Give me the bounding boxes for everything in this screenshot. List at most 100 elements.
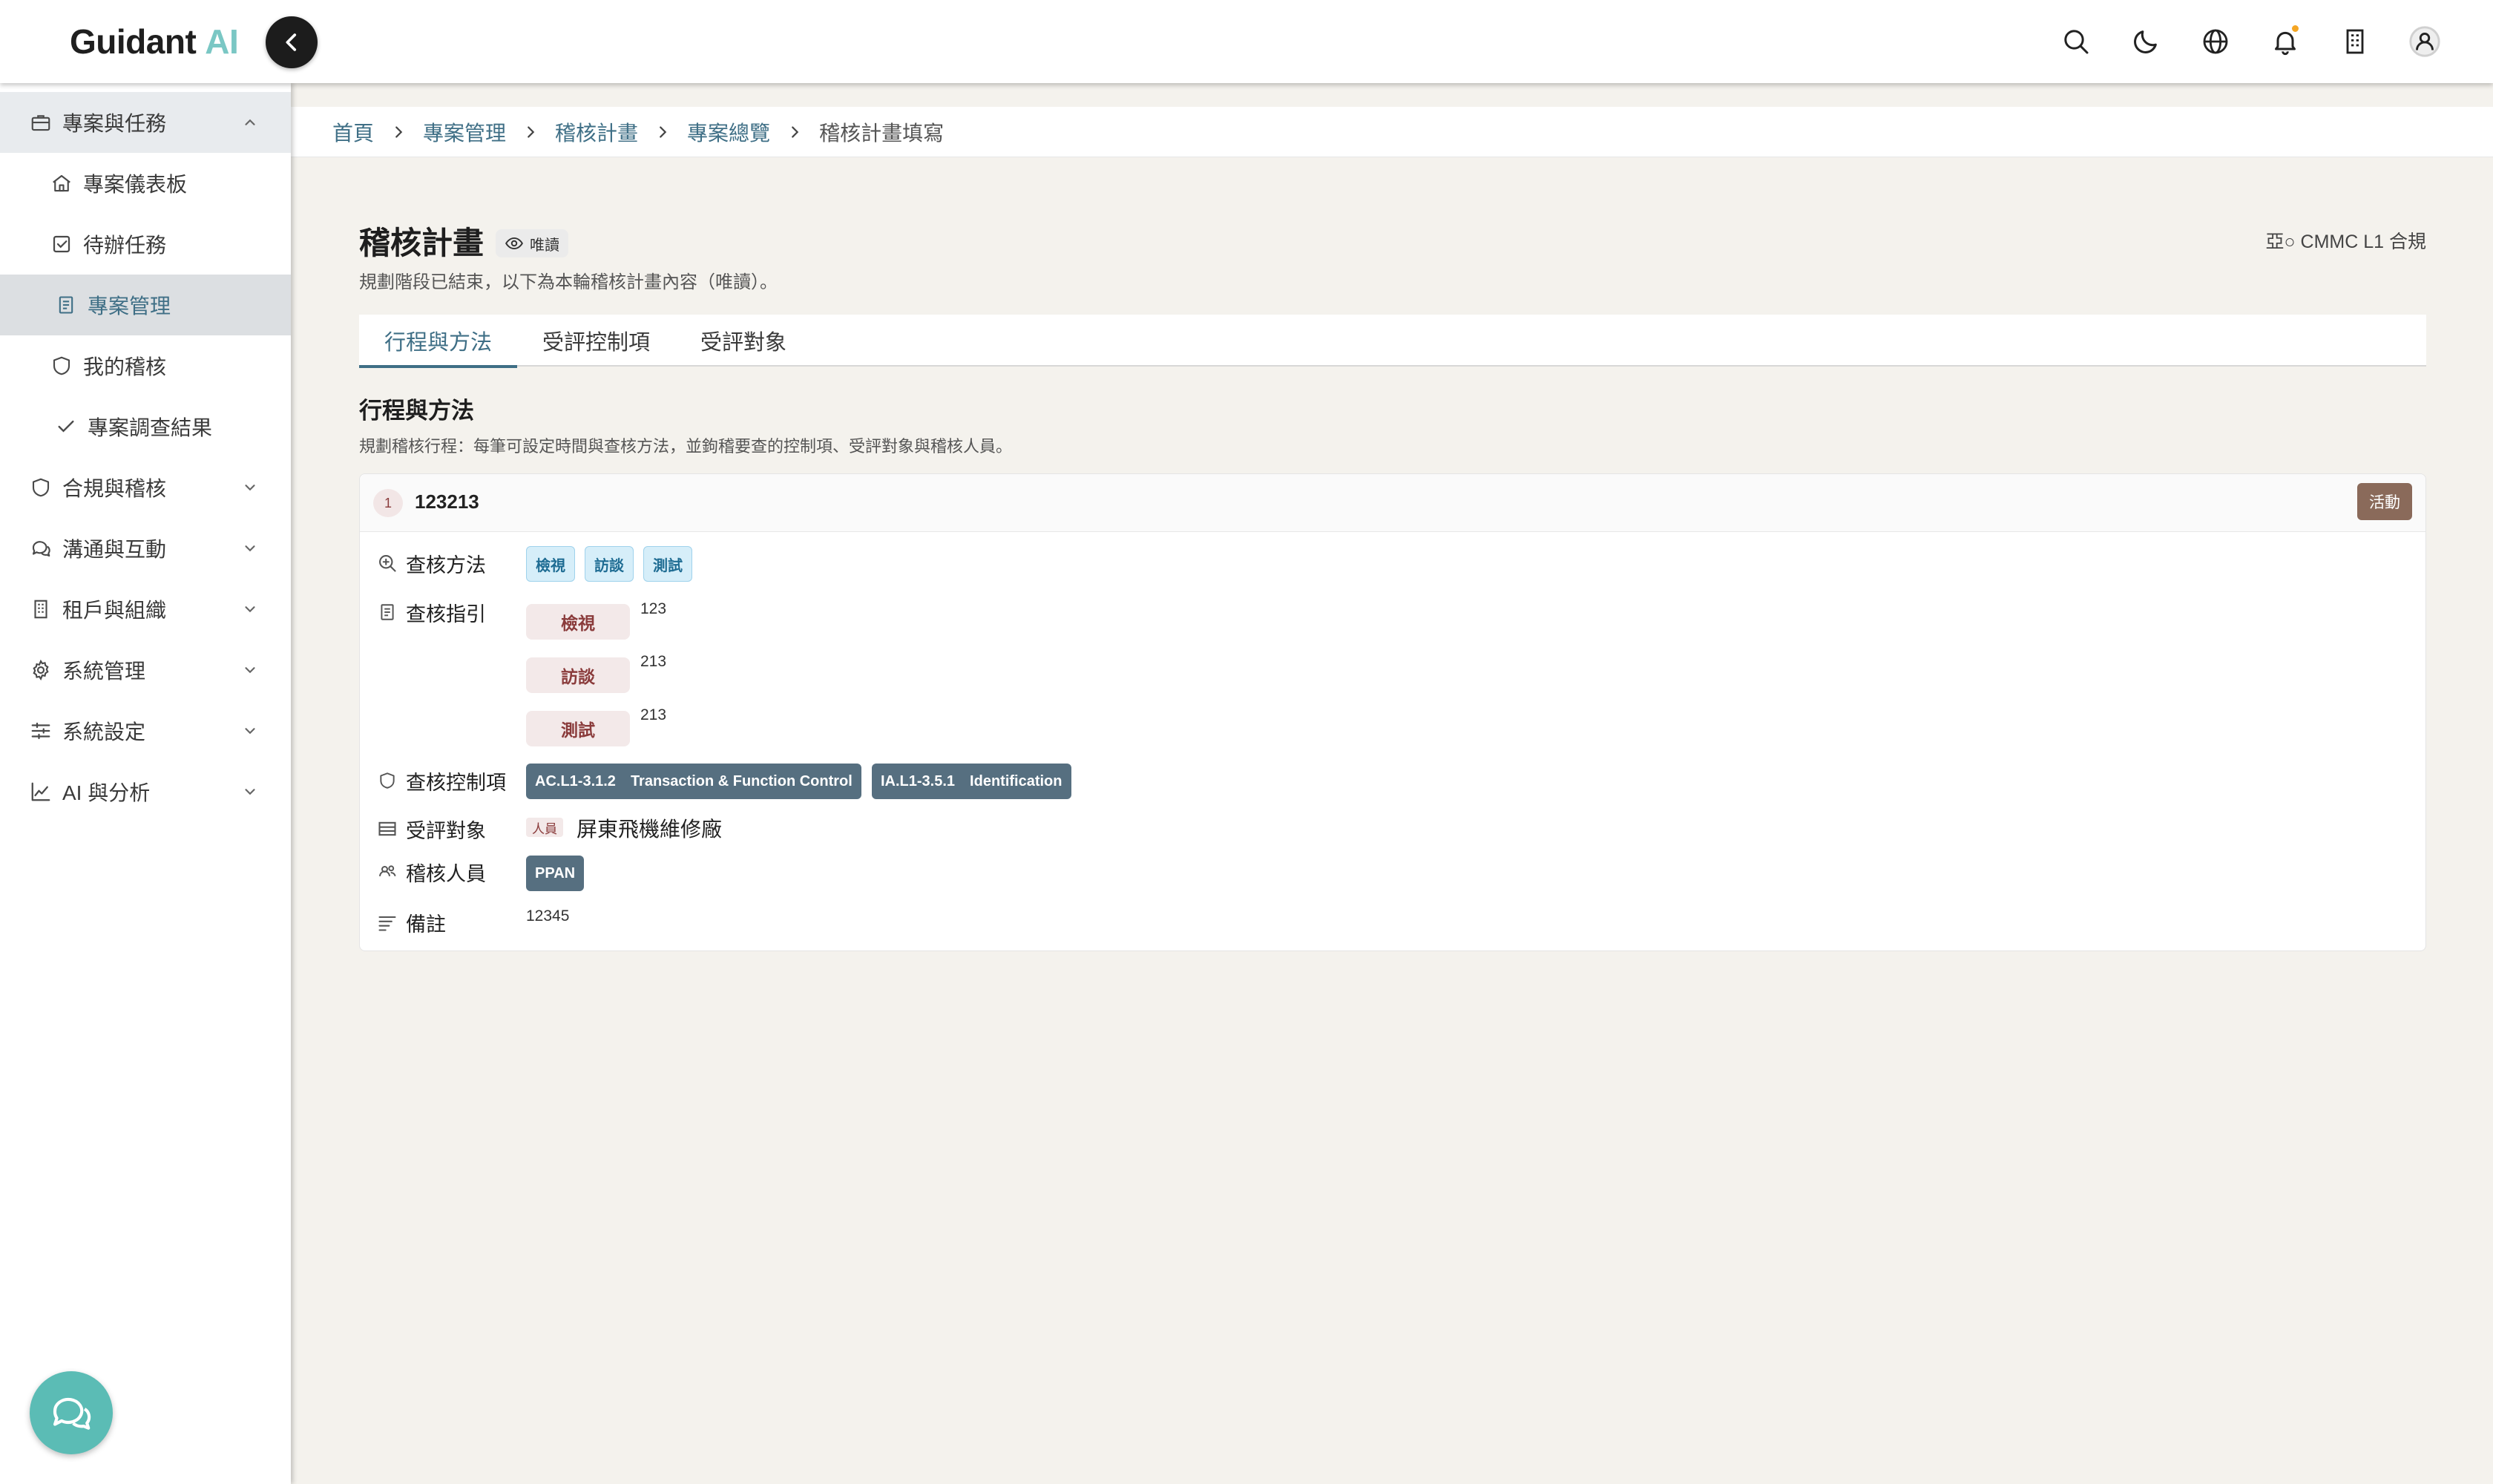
targets-label: 受評對象 (376, 814, 486, 844)
target-name: 屏東飛機維修廠 (577, 818, 723, 841)
item-index: 1 (373, 489, 403, 517)
breadcrumb-project-overview[interactable]: 專案總覽 (687, 117, 770, 147)
notifications-button[interactable] (2266, 22, 2305, 61)
app-logo[interactable]: Guidant AI (70, 19, 239, 64)
sliders-icon (28, 718, 53, 743)
sidebar-item-compliance-audit[interactable]: 合規與稽核 (0, 457, 291, 518)
control-chip: IA.L1-3.5.1 Identification (872, 764, 1071, 799)
method-chip: 測試 (643, 546, 692, 582)
tab-assessed-controls[interactable]: 受評控制項 (517, 315, 675, 367)
auditors-label-text: 稽核人員 (406, 862, 486, 885)
organization-button[interactable] (2336, 22, 2374, 61)
sidebar-item-label: 專案儀表板 (83, 173, 188, 196)
auditors-label: 稽核人員 (376, 857, 486, 887)
tab-assessed-targets[interactable]: 受評對象 (675, 315, 812, 367)
user-icon (2409, 26, 2440, 57)
sidebar-item-label: AI 與分析 (62, 781, 151, 804)
section-description: 規劃稽核行程：每筆可設定時間與查核方法，並鉤稽要查的控制項、受評對象與稽核人員。 (359, 437, 1013, 456)
language-button[interactable] (2196, 22, 2235, 61)
chevron-right-icon (528, 125, 535, 138)
targets-label-text: 受評對象 (406, 819, 486, 842)
page-subtitle: 規劃階段已結束，以下為本輪稽核計畫內容（唯讀）。 (359, 272, 778, 292)
guidance-method-chip: 訪談 (526, 657, 630, 693)
method-chip: 檢視 (526, 546, 575, 582)
readonly-badge: 唯讀 (496, 229, 568, 257)
breadcrumb: 首頁 專案管理 稽核計畫 專案總覽 稽核計畫填寫 (291, 107, 2493, 157)
sidebar: 專案與任務 專案儀表板 待辦任務 專案管理 我的稽核 專案調查結果 合規與稽核 … (0, 83, 291, 1484)
guidance-text: 213 (640, 653, 667, 670)
user-menu-button[interactable] (2405, 22, 2444, 61)
section-title: 行程與方法 (359, 398, 474, 424)
tab-bar: 行程與方法 受評控制項 受評對象 (359, 315, 2426, 368)
notes-label-text: 備註 (406, 913, 446, 936)
shield-icon (28, 475, 53, 500)
logo-accent: AI (205, 22, 239, 61)
breadcrumb-project-management[interactable]: 專案管理 (423, 117, 506, 147)
tab-schedule-methods[interactable]: 行程與方法 (359, 315, 518, 368)
sidebar-item-label: 租戶與組織 (62, 599, 167, 622)
breadcrumb-current: 稽核計畫填寫 (819, 121, 945, 145)
sidebar-item-project-management[interactable]: 專案管理 (0, 275, 291, 335)
chevron-up-icon (245, 119, 255, 125)
item-title: 123213 (415, 490, 479, 513)
methods-label: 查核方法 (376, 548, 486, 578)
chevron-down-icon (245, 667, 255, 674)
methods-label-text: 查核方法 (406, 554, 486, 577)
chevron-right-icon (395, 125, 403, 138)
controls-label-text: 查核控制項 (406, 771, 506, 794)
sidebar-item-projects-tasks[interactable]: 專案與任務 (0, 92, 291, 153)
gear-icon (28, 657, 53, 683)
notification-dot (2290, 24, 2300, 33)
sidebar-item-label: 系統設定 (62, 720, 146, 743)
breadcrumb-audit-plan[interactable]: 稽核計畫 (555, 117, 638, 147)
target-type-chip: 人員 (526, 818, 563, 837)
search-button[interactable] (2057, 22, 2095, 61)
sidebar-item-project-dashboard[interactable]: 專案儀表板 (0, 153, 291, 214)
sidebar-item-todo-tasks[interactable]: 待辦任務 (0, 214, 291, 275)
guidance-text: 213 (640, 706, 667, 723)
sidebar-item-label: 專案管理 (88, 295, 171, 318)
theme-toggle-button[interactable] (2126, 22, 2165, 61)
document-icon (53, 292, 79, 318)
chat-icon (53, 1397, 91, 1430)
method-chip: 訪談 (585, 546, 634, 582)
notes-label: 備註 (376, 907, 446, 937)
notes-text: 12345 (526, 907, 570, 925)
schedule-item-card: 1 123213 活動 查核方法 檢視 訪談 測試 查核指引 檢視 123 訪談… (359, 473, 2426, 951)
sidebar-item-my-audits[interactable]: 我的稽核 (0, 335, 291, 396)
eye-icon (505, 237, 523, 250)
control-name: Transaction & Function Control (630, 772, 853, 789)
chat-icon (28, 536, 53, 561)
briefcase-icon (28, 110, 53, 135)
chevron-right-icon (792, 125, 799, 138)
shield-icon (376, 769, 398, 792)
breadcrumb-home[interactable]: 首頁 (332, 117, 374, 147)
sidebar-item-ai-analytics[interactable]: AI 與分析 (0, 761, 291, 822)
checkbox-icon (49, 232, 74, 257)
status-badge: 活動 (2357, 483, 2412, 520)
logo-text: Guidant (70, 22, 197, 61)
controls-label: 查核控制項 (376, 766, 506, 795)
building-icon (2346, 29, 2364, 54)
readonly-label: 唯讀 (530, 237, 559, 254)
collapse-sidebar-button[interactable] (266, 16, 318, 68)
page-title: 稽核計畫 (359, 226, 485, 260)
sidebar-item-label: 系統管理 (62, 660, 146, 683)
moon-icon (2134, 30, 2157, 53)
check-icon (53, 414, 79, 439)
sidebar-item-system-settings[interactable]: 系統設定 (0, 700, 291, 761)
chat-assistant-button[interactable] (30, 1371, 113, 1454)
shield-icon (49, 353, 74, 378)
guidance-label: 查核指引 (376, 597, 486, 627)
guidance-method-chip: 測試 (526, 711, 630, 746)
control-code: IA.L1-3.5.1 (881, 772, 956, 789)
auditor-chip: PPAN (526, 856, 585, 891)
users-icon (376, 861, 398, 883)
sidebar-item-communication[interactable]: 溝通與互動 (0, 518, 291, 579)
guidance-method-chip: 檢視 (526, 604, 630, 640)
sidebar-item-tenants-orgs[interactable]: 租戶與組織 (0, 579, 291, 640)
sidebar-item-system-admin[interactable]: 系統管理 (0, 640, 291, 700)
schedule-item-header[interactable]: 1 123213 活動 (360, 474, 2425, 532)
home-icon (49, 171, 74, 196)
sidebar-item-project-findings[interactable]: 專案調查結果 (0, 396, 291, 457)
